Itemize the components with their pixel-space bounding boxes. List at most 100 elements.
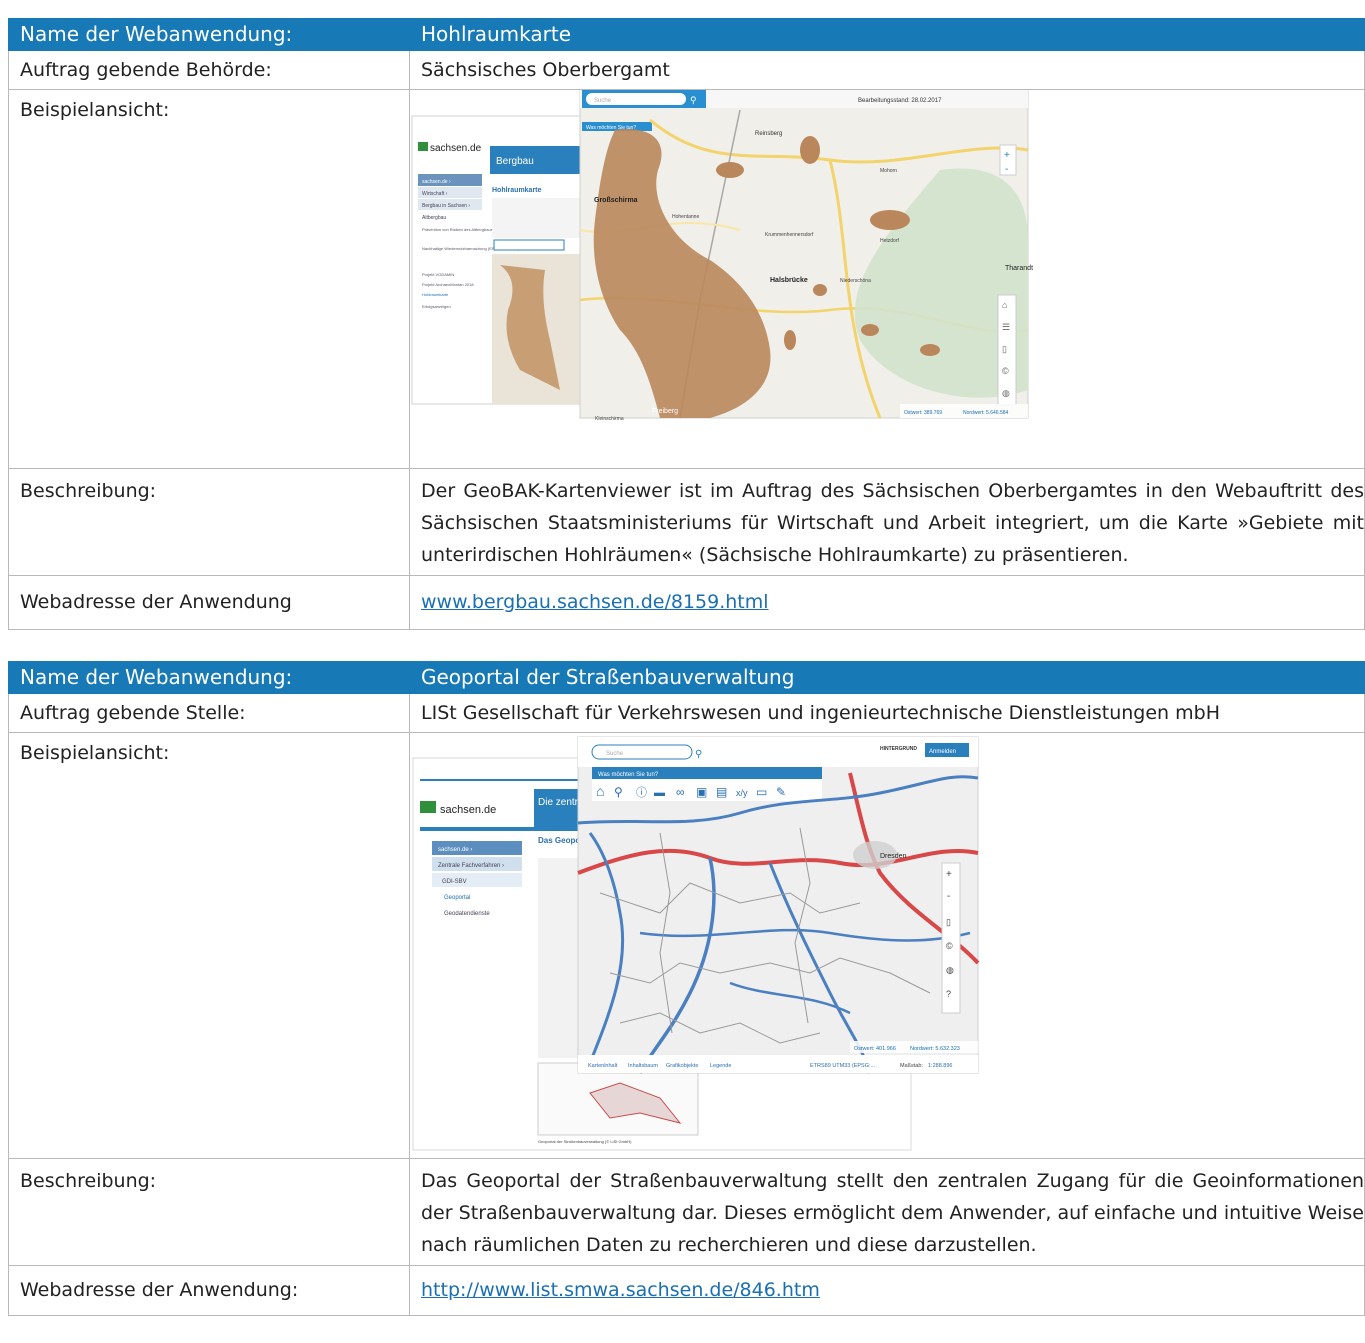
nav-7[interactable]: Projekt ArchaeoMontan 2018: [422, 282, 474, 287]
nav-0[interactable]: sachsen.de ›: [438, 847, 472, 853]
place-grossschirma: Großschirma: [594, 197, 638, 204]
example-label: Beispielansicht:: [8, 89, 410, 469]
monitor-icon[interactable]: ▭: [756, 785, 767, 799]
copyright-icon[interactable]: ©: [946, 941, 953, 951]
nav-2[interactable]: Bergbau in Sachsen ›: [422, 203, 470, 209]
nav-6[interactable]: Projekt VODAMIN: [422, 272, 454, 277]
copyright-icon[interactable]: ©: [1002, 366, 1009, 376]
zoom-icon[interactable]: ⚲: [614, 785, 623, 799]
nav-0[interactable]: sachsen.de ›: [422, 179, 451, 185]
app-name: Geoportal der Straßenbauverwaltung: [409, 661, 1365, 694]
crs-select[interactable]: ETRS89 UTM33 (EPSG:...: [810, 1063, 876, 1069]
help-icon[interactable]: ?: [946, 989, 951, 999]
edit-date: Bearbeitungsstand: 28.02.2017: [858, 98, 942, 104]
zoom-in-icon[interactable]: +: [946, 869, 952, 880]
saxony-flag-icon: [420, 801, 436, 813]
top-caption: [0, 0, 1365, 18]
measure-icon[interactable]: ▬: [654, 787, 665, 799]
example-screenshot-cell: Bergbau sachsen.de sachsen.de › Wirtscha…: [409, 89, 1365, 469]
url-row: Webadresse der Anwendung www.bergbau.sac…: [8, 575, 1365, 630]
url-link[interactable]: www.bergbau.sachsen.de/8159.html: [421, 591, 769, 613]
name-row: Name der Webanwendung: Geoportal der Str…: [8, 661, 1365, 694]
ostwert: Ostwert: 401.966: [854, 1046, 896, 1052]
background-label[interactable]: HINTERGRUND: [880, 746, 917, 752]
nav-2[interactable]: GDI-SBV: [442, 879, 467, 885]
description-row: Beschreibung: Der GeoBAK-Kartenviewer is…: [8, 468, 1365, 576]
example-screenshot-cell: sachsen.de Die zentr Verkehr sachsen.de …: [409, 732, 1365, 1159]
authority-label: Auftrag gebende Stelle:: [8, 693, 410, 733]
place-niederschoena: Niederschöna: [840, 278, 871, 284]
nordwert: Nordwert: 5.632.323: [910, 1046, 960, 1052]
info-icon[interactable]: ⓘ: [636, 786, 647, 799]
url-cell: www.bergbau.sachsen.de/8159.html: [409, 575, 1365, 630]
save-icon[interactable]: ▤: [716, 785, 727, 799]
description-label-text: Beschreibung:: [20, 1170, 157, 1192]
globe-icon[interactable]: ◍: [946, 965, 954, 975]
name-label: Name der Webanwendung:: [8, 18, 410, 51]
url-cell: http://www.list.smwa.sachsen.de/846.htm: [409, 1265, 1365, 1316]
place-hetzdorf: Hetzdorf: [880, 238, 900, 244]
place-tharandt: Tharandt: [1005, 265, 1033, 272]
nordwert: Nordwert: 5.646.584: [963, 410, 1009, 416]
app-table-hohlraumkarte: Name der Webanwendung: Hohlraumkarte Auf…: [8, 18, 1365, 630]
scale-select[interactable]: 1:288.896: [928, 1063, 952, 1069]
example-label: Beispielansicht:: [8, 732, 410, 1159]
search-icon[interactable]: ⚲: [695, 749, 702, 760]
description-label: Beschreibung:: [8, 1158, 410, 1266]
document-icon[interactable]: ▯: [1002, 344, 1007, 354]
description-label: Beschreibung:: [8, 468, 410, 576]
pencil-icon[interactable]: ✎: [776, 785, 786, 799]
zoom-out-icon[interactable]: -: [1005, 164, 1008, 175]
url-link[interactable]: http://www.list.smwa.sachsen.de/846.htm: [421, 1279, 820, 1301]
tab-legende[interactable]: Legende: [710, 1063, 731, 1069]
list-icon[interactable]: ☰: [1002, 322, 1010, 332]
authority-label: Auftrag gebende Behörde:: [8, 50, 410, 90]
authority-value: LISt Gesellschaft für Verkehrswesen und …: [409, 693, 1365, 733]
description-text: Das Geoportal der Straßenbauverwaltung s…: [421, 1170, 1364, 1256]
url-label: Webadresse der Anwendung:: [8, 1265, 410, 1316]
place-dresden: Dresden: [880, 853, 907, 860]
search-input[interactable]: Suche: [606, 751, 624, 757]
saxony-flag-icon: [418, 142, 428, 151]
name-row: Name der Webanwendung: Hohlraumkarte: [8, 18, 1365, 51]
nav-1[interactable]: Wirtschaft ›: [422, 191, 448, 197]
globe-icon[interactable]: ◍: [1002, 388, 1010, 398]
link-icon[interactable]: ∞: [676, 785, 685, 799]
document-icon[interactable]: ▯: [946, 917, 951, 927]
place-halsbruecke: Halsbrücke: [770, 277, 808, 284]
tab-grafikobjekte[interactable]: Grafikobjekte: [666, 1063, 698, 1069]
task-prompt[interactable]: Was möchten Sie tun?: [598, 772, 659, 778]
app-table-geoportal: Name der Webanwendung: Geoportal der Str…: [8, 661, 1365, 1316]
scale-label: Maßstab:: [900, 1063, 923, 1069]
description-cell: Das Geoportal der Straßenbauverwaltung s…: [409, 1158, 1365, 1266]
home-icon[interactable]: ⌂: [1002, 300, 1007, 310]
place-hohentanne: Hohentanne: [672, 214, 699, 220]
home-icon[interactable]: ⌂: [596, 783, 604, 799]
authority-row: Auftrag gebende Behörde: Sächsisches Obe…: [8, 50, 1365, 90]
url-label: Webadresse der Anwendung: [8, 575, 410, 630]
nav-9[interactable]: Erfolgsanzeigen: [422, 304, 451, 309]
description-cell: Der GeoBAK-Kartenviewer ist im Auftrag d…: [409, 468, 1365, 576]
screenshot-hohlraumkarte: Bergbau sachsen.de sachsen.de › Wirtscha…: [410, 90, 1364, 468]
nav-8[interactable]: Hohlraumkarte: [422, 292, 449, 297]
nav-4[interactable]: Geodatendienste: [444, 911, 490, 917]
example-row: Beispielansicht: sachsen.de Die zentr Ve…: [8, 732, 1365, 1159]
nav-3[interactable]: Altbergbau: [422, 215, 446, 221]
nav-1[interactable]: Zentrale Fachverfahren ›: [438, 863, 504, 869]
site-logo: sachsen.de: [440, 804, 496, 816]
search-icon[interactable]: ⚲: [690, 95, 697, 105]
coordinates-icon[interactable]: x/y: [736, 788, 748, 798]
zoom-out-icon[interactable]: -: [947, 891, 950, 902]
zoom-in-icon[interactable]: +: [1004, 150, 1010, 161]
search-input[interactable]: Suche: [594, 98, 612, 104]
name-label: Name der Webanwendung:: [8, 661, 410, 694]
page-title: Hohlraumkarte: [492, 187, 542, 194]
nav-3[interactable]: Geoportal: [444, 895, 470, 901]
url-row: Webadresse der Anwendung: http://www.lis…: [8, 1265, 1365, 1316]
login-button[interactable]: Anmelden: [929, 749, 956, 755]
tab-inhaltsbaum[interactable]: Inhaltsbaum: [628, 1063, 658, 1069]
print-icon[interactable]: ▣: [696, 785, 707, 799]
place-mohorn: Mohorn: [880, 168, 897, 174]
tab-kartenlnhalt[interactable]: Kartenlnhalt: [588, 1063, 618, 1069]
authority-row: Auftrag gebende Stelle: LISt Gesellschaf…: [8, 693, 1365, 733]
